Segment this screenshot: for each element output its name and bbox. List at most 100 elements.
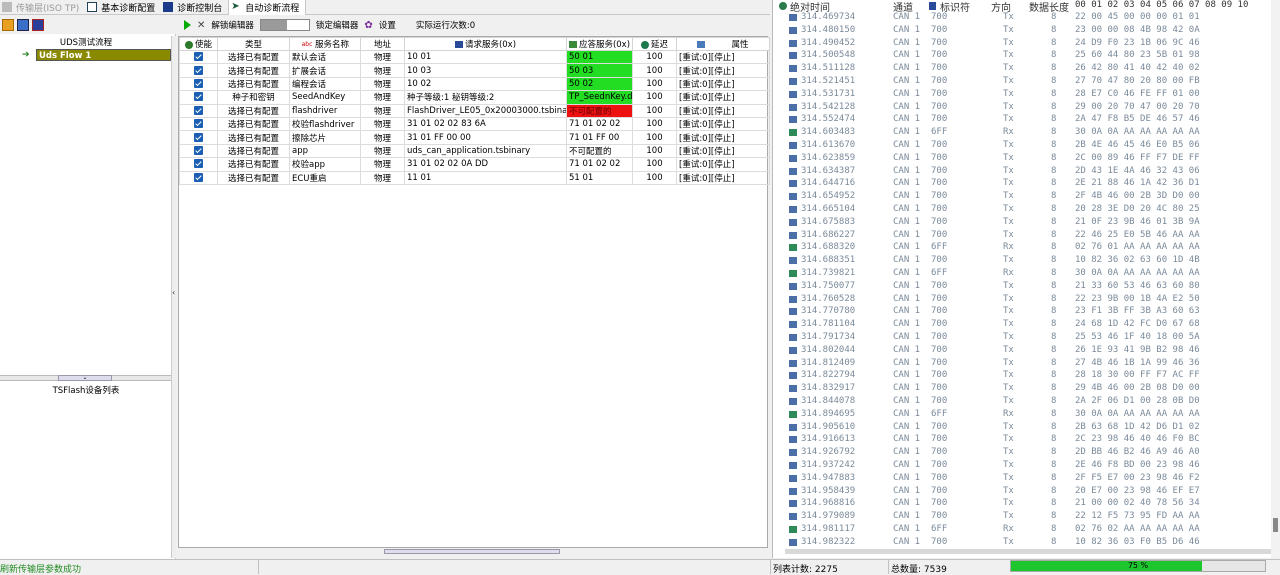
- log-row[interactable]: 314.832917 CAN 1 700 Tx 8 29 4B 46 00 2B 08 D…: [773, 383, 1273, 396]
- log-row[interactable]: 314.623859 CAN 1 700 Tx 8 2C 00 89 46 FF F7 D…: [773, 153, 1273, 166]
- log-row[interactable]: 314.644716 CAN 1 700 Tx 8 2E 21 88 46 1A 42 3…: [773, 178, 1273, 191]
- cell-request[interactable]: 10 02: [404, 76, 567, 92]
- enable-checkbox[interactable]: [194, 105, 203, 115]
- tab-auto-flow[interactable]: ➤ 自动诊断流程: [228, 0, 307, 15]
- tab-console[interactable]: 诊断控制台: [161, 0, 228, 15]
- cell-response[interactable]: 不可配置的: [566, 143, 633, 159]
- cell-request[interactable]: FlashDriver_LE05_0x20003000.tsbinary: [404, 103, 567, 118]
- cell-name[interactable]: 编程会话: [289, 76, 361, 92]
- cell-type[interactable]: 选择已有配置: [217, 103, 290, 118]
- cell-request[interactable]: 31 01 FF 00 00: [404, 130, 567, 145]
- cell-delay[interactable]: 100: [632, 76, 677, 92]
- enable-checkbox[interactable]: [194, 145, 203, 155]
- cell-name[interactable]: flashdriver: [289, 103, 361, 118]
- log-row[interactable]: 314.490452 CAN 1 700 Tx 8 24 D9 F0 23 1B 06 9…: [773, 38, 1273, 51]
- cell-delay[interactable]: 100: [632, 143, 677, 159]
- log-row[interactable]: 314.603483 CAN 1 6FF Rx 8 30 0A 0A AA AA AA A…: [773, 127, 1273, 140]
- enable-checkbox[interactable]: [194, 159, 203, 169]
- cell-attr[interactable]: [重试:0][停止]: [676, 116, 770, 132]
- cell-response[interactable]: 71 01 02 02: [566, 116, 633, 132]
- unlock-editor-button[interactable]: 解锁编辑器: [211, 19, 254, 31]
- enable-checkbox[interactable]: [194, 132, 203, 142]
- gear-icon[interactable]: ✿: [364, 20, 372, 31]
- cell-attr[interactable]: [重试:0][停止]: [676, 130, 770, 145]
- col-type[interactable]: 类型: [217, 37, 290, 51]
- log-row[interactable]: 314.750077 CAN 1 700 Tx 8 21 33 60 53 46 63 6…: [773, 281, 1273, 294]
- left-scrollbar[interactable]: [171, 36, 176, 558]
- cell-type[interactable]: 选择已有配置: [217, 170, 290, 185]
- tab-transport[interactable]: 传输层(ISO TP): [0, 0, 85, 15]
- log-row[interactable]: 314.552474 CAN 1 700 Tx 8 2A 47 F8 B5 DE 46 5…: [773, 114, 1273, 127]
- log-row[interactable]: 314.844078 CAN 1 700 Tx 8 2A 2F 06 D1 00 28 0…: [773, 396, 1273, 409]
- cell-name[interactable]: 扩展会话: [289, 63, 361, 78]
- log-row[interactable]: 314.947883 CAN 1 700 Tx 8 2F F5 E7 00 23 98 4…: [773, 473, 1273, 486]
- log-row[interactable]: 314.791734 CAN 1 700 Tx 8 25 53 46 1F 40 18 0…: [773, 332, 1273, 345]
- log-row[interactable]: 314.531731 CAN 1 700 Tx 8 28 E7 C0 46 FE FF 0…: [773, 89, 1273, 102]
- log-row[interactable]: 314.739821 CAN 1 6FF Rx 8 30 0A 0A AA AA AA A…: [773, 268, 1273, 281]
- table-row[interactable]: 选择已有配置 默认会话 物理 10 01 50 01 100 [重试:0][停止]: [179, 49, 770, 65]
- cell-name[interactable]: 擦除芯片: [289, 130, 361, 145]
- close-icon[interactable]: ✕: [197, 20, 205, 31]
- enable-checkbox[interactable]: [194, 52, 203, 62]
- enable-checkbox[interactable]: [194, 119, 203, 129]
- cell-name[interactable]: 默认会话: [289, 49, 361, 65]
- cell-response[interactable]: 不可配置的: [566, 103, 633, 118]
- cell-enable[interactable]: [179, 170, 218, 185]
- cell-response[interactable]: 71 01 FF 00: [566, 130, 633, 145]
- log-row[interactable]: 314.905610 CAN 1 700 Tx 8 2B 63 68 1D 42 D6 D…: [773, 422, 1273, 435]
- cell-attr[interactable]: [重试:0][停止]: [676, 103, 770, 118]
- cell-name[interactable]: app: [289, 143, 361, 159]
- settings-button[interactable]: 设置: [379, 19, 396, 31]
- log-row[interactable]: 314.654952 CAN 1 700 Tx 8 2F 4B 46 00 2B 3D D…: [773, 191, 1273, 204]
- log-row[interactable]: 314.521451 CAN 1 700 Tx 8 27 70 47 80 20 80 0…: [773, 76, 1273, 89]
- cell-address[interactable]: 物理: [360, 63, 405, 78]
- editor-lock-toggle[interactable]: [259, 19, 310, 31]
- cell-delay[interactable]: 100: [632, 130, 677, 145]
- log-row[interactable]: 314.634387 CAN 1 700 Tx 8 2D 43 1E 4A 46 32 4…: [773, 166, 1273, 179]
- cell-type[interactable]: 选择已有配置: [217, 157, 290, 172]
- cell-enable[interactable]: [179, 130, 218, 145]
- table-row[interactable]: 选择已有配置 校验flashdriver 物理 31 01 02 02 83 6A 71…: [179, 116, 770, 132]
- col-request[interactable]: 请求服务(0x): [404, 37, 567, 51]
- cell-delay[interactable]: 100: [632, 90, 677, 105]
- cell-attr[interactable]: [重试:0][停止]: [676, 90, 770, 105]
- cell-enable[interactable]: [179, 49, 218, 65]
- cell-address[interactable]: 物理: [360, 143, 405, 159]
- col-enable[interactable]: 使能: [179, 37, 218, 51]
- cell-enable[interactable]: [179, 103, 218, 118]
- table-row[interactable]: 选择已有配置 编程会话 物理 10 02 50 02 100 [重试:0][停止]: [179, 76, 770, 92]
- log-row[interactable]: 314.781104 CAN 1 700 Tx 8 24 68 1D 42 FC D0 6…: [773, 319, 1273, 332]
- cell-enable[interactable]: [179, 116, 218, 132]
- cell-response[interactable]: 50 01: [566, 49, 633, 65]
- log-scroll-thumb[interactable]: [1273, 518, 1278, 532]
- cell-type[interactable]: 选择已有配置: [217, 76, 290, 92]
- log-row[interactable]: 314.675883 CAN 1 700 Tx 8 21 0F 23 9B 46 01 3…: [773, 217, 1273, 230]
- log-row[interactable]: 314.916613 CAN 1 700 Tx 8 2C 23 98 46 40 46 F…: [773, 434, 1273, 447]
- cell-type[interactable]: 选择已有配置: [217, 130, 290, 145]
- cell-response[interactable]: 50 02: [566, 76, 633, 92]
- cell-attr[interactable]: [重试:0][停止]: [676, 157, 770, 172]
- cell-request[interactable]: 种子等级:1 秘钥等级:2: [404, 90, 567, 105]
- cell-response[interactable]: 50 03: [566, 63, 633, 78]
- cell-address[interactable]: 物理: [360, 49, 405, 65]
- log-row[interactable]: 314.926792 CAN 1 700 Tx 8 2D BB 46 B2 46 A9 4…: [773, 447, 1273, 460]
- play-icon[interactable]: [184, 20, 191, 30]
- cell-response[interactable]: TP_SeednKey.dll: [566, 90, 633, 105]
- save-icon[interactable]: [32, 19, 44, 31]
- cell-delay[interactable]: 100: [632, 103, 677, 118]
- log-row[interactable]: 314.511128 CAN 1 700 Tx 8 26 42 80 41 40 42 4…: [773, 63, 1273, 76]
- log-row[interactable]: 314.981117 CAN 1 6FF Rx 8 02 76 02 AA AA AA A…: [773, 524, 1273, 537]
- log-row[interactable]: 314.812409 CAN 1 700 Tx 8 27 4B 46 1B 1A 99 4…: [773, 358, 1273, 371]
- col-response[interactable]: 应答服务(0x): [566, 37, 633, 51]
- table-row[interactable]: 选择已有配置 扩展会话 物理 10 03 50 03 100 [重试:0][停止]: [179, 63, 770, 78]
- cell-name[interactable]: 校验app: [289, 157, 361, 172]
- cell-address[interactable]: 物理: [360, 103, 405, 118]
- enable-checkbox[interactable]: [194, 78, 203, 88]
- flow-item-selected[interactable]: Uds Flow 1: [36, 49, 171, 61]
- cell-name[interactable]: SeedAndKey: [289, 90, 361, 105]
- cell-response[interactable]: 71 01 02 02: [566, 157, 633, 172]
- log-row[interactable]: 314.480150 CAN 1 700 Tx 8 23 00 00 08 4B 98 4…: [773, 25, 1273, 38]
- cell-attr[interactable]: [重试:0][停止]: [676, 143, 770, 159]
- col-address[interactable]: 地址: [360, 37, 405, 51]
- cell-address[interactable]: 物理: [360, 170, 405, 185]
